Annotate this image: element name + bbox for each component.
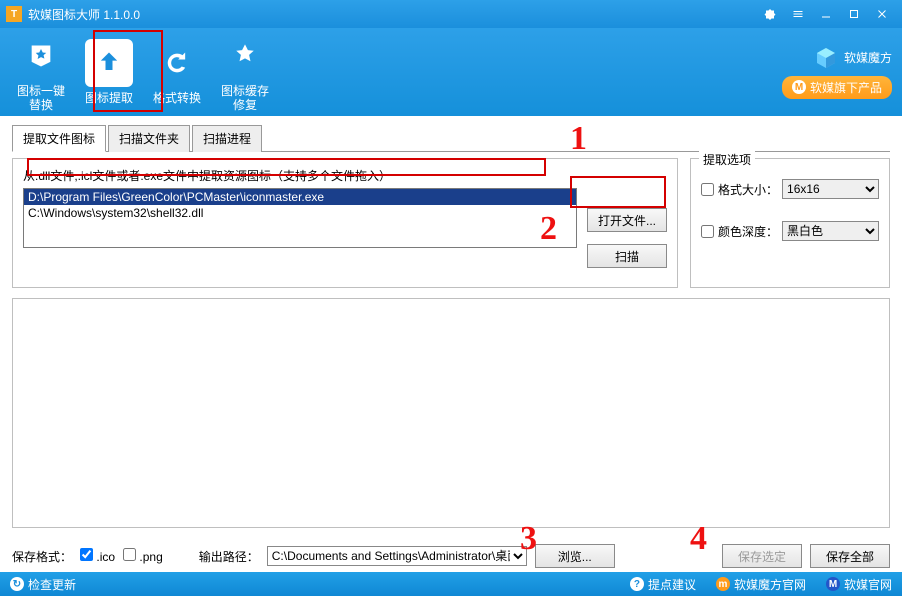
toolbar-extract-label: 图标提取 xyxy=(78,91,140,105)
save-selected-button[interactable]: 保存选定 xyxy=(722,544,802,568)
toolbar-extract-icons[interactable]: 图标提取 xyxy=(78,39,140,105)
size-checkbox-label[interactable]: 格式大小： xyxy=(701,181,778,198)
suggest-link[interactable]: ?提点建议 xyxy=(630,576,696,593)
refresh-icon xyxy=(163,49,191,77)
upload-arrow-icon xyxy=(95,49,123,77)
bottom-controls: 保存格式： .ico .png 输出路径： C:\Documents and S… xyxy=(12,544,890,568)
toolbar-convert-label: 格式转换 xyxy=(146,91,208,105)
options-group: 提取选项 格式大小： 16x16 颜色深度： 黑白色 xyxy=(690,158,890,288)
output-path-select[interactable]: C:\Documents and Settings\Administrator\… xyxy=(267,546,527,566)
tab-scan-process[interactable]: 扫描进程 xyxy=(192,125,262,152)
depth-checkbox-label[interactable]: 颜色深度： xyxy=(701,223,778,240)
wrench-star-icon xyxy=(231,42,259,70)
file-row[interactable]: C:\Windows\system32\shell32.dll xyxy=(24,205,576,221)
cube-site-link[interactable]: m软媒魔方官网 xyxy=(716,576,806,593)
size-select[interactable]: 16x16 xyxy=(782,179,879,199)
globe-icon: M xyxy=(826,577,840,591)
save-all-button[interactable]: 保存全部 xyxy=(810,544,890,568)
source-hint: 从.dll文件,.icl文件或者.exe文件中提取资源图标（支持多个文件拖入） xyxy=(23,167,667,184)
products-label: 软媒旗下产品 xyxy=(810,79,882,96)
ico-checkbox-label[interactable]: .ico xyxy=(80,548,115,564)
file-list[interactable]: D:\Program Files\GreenColor\PCMaster\ico… xyxy=(23,188,577,248)
skin-button[interactable] xyxy=(756,4,784,24)
open-file-button[interactable]: 打开文件... xyxy=(587,208,667,232)
products-button[interactable]: M 软媒旗下产品 xyxy=(782,76,892,99)
main-toolbar: 图标一键 替换 图标提取 格式转换 图标缓存 修复 软媒魔方 M 软媒旗下产品 xyxy=(0,28,902,116)
minimize-button[interactable] xyxy=(812,4,840,24)
sub-tabs: 提取文件图标 扫描文件夹 扫描进程 xyxy=(12,124,890,152)
source-group: 从.dll文件,.icl文件或者.exe文件中提取资源图标（支持多个文件拖入） … xyxy=(12,158,678,288)
site-icon: m xyxy=(716,577,730,591)
file-row-selected[interactable]: D:\Program Files\GreenColor\PCMaster\ico… xyxy=(24,189,576,205)
depth-select[interactable]: 黑白色 xyxy=(782,221,879,241)
menu-button[interactable] xyxy=(784,4,812,24)
window-title: 软媒图标大师 1.1.0.0 xyxy=(28,6,756,23)
output-path-label: 输出路径： xyxy=(199,548,259,565)
options-title: 提取选项 xyxy=(699,151,755,168)
maximize-button[interactable] xyxy=(840,4,868,24)
save-format-label: 保存格式： xyxy=(12,548,72,565)
toolbar-replace-icons[interactable]: 图标一键 替换 xyxy=(10,32,72,112)
toolbar-repair-cache[interactable]: 图标缓存 修复 xyxy=(214,32,276,112)
update-icon: ↻ xyxy=(10,577,24,591)
png-checkbox[interactable] xyxy=(123,548,136,561)
cube-icon xyxy=(814,46,838,70)
depth-checkbox[interactable] xyxy=(701,225,714,238)
ruanmei-site-link[interactable]: M软媒官网 xyxy=(826,576,892,593)
app-icon: T xyxy=(6,6,22,22)
brand-text: 软媒魔方 xyxy=(844,49,892,66)
status-bar: ↻检查更新 ?提点建议 m软媒魔方官网 M软媒官网 xyxy=(0,572,902,596)
png-checkbox-label[interactable]: .png xyxy=(123,548,163,564)
check-update-link[interactable]: ↻检查更新 xyxy=(10,576,76,593)
ico-checkbox[interactable] xyxy=(80,548,93,561)
star-badge-icon xyxy=(27,42,55,70)
close-button[interactable] xyxy=(868,4,896,24)
icon-preview-area xyxy=(12,298,890,528)
m-badge-icon: M xyxy=(792,80,806,94)
tab-extract-file-icons[interactable]: 提取文件图标 xyxy=(12,125,106,152)
toolbar-repair-label: 图标缓存 修复 xyxy=(214,84,276,112)
tab-scan-folder[interactable]: 扫描文件夹 xyxy=(108,125,190,152)
chat-icon: ? xyxy=(630,577,644,591)
size-checkbox[interactable] xyxy=(701,183,714,196)
toolbar-convert-format[interactable]: 格式转换 xyxy=(146,39,208,105)
toolbar-replace-label: 图标一键 替换 xyxy=(10,84,72,112)
title-bar: T 软媒图标大师 1.1.0.0 xyxy=(0,0,902,28)
browse-button[interactable]: 浏览... xyxy=(535,544,615,568)
brand-area[interactable]: 软媒魔方 xyxy=(782,46,892,70)
scan-button[interactable]: 扫描 xyxy=(587,244,667,268)
